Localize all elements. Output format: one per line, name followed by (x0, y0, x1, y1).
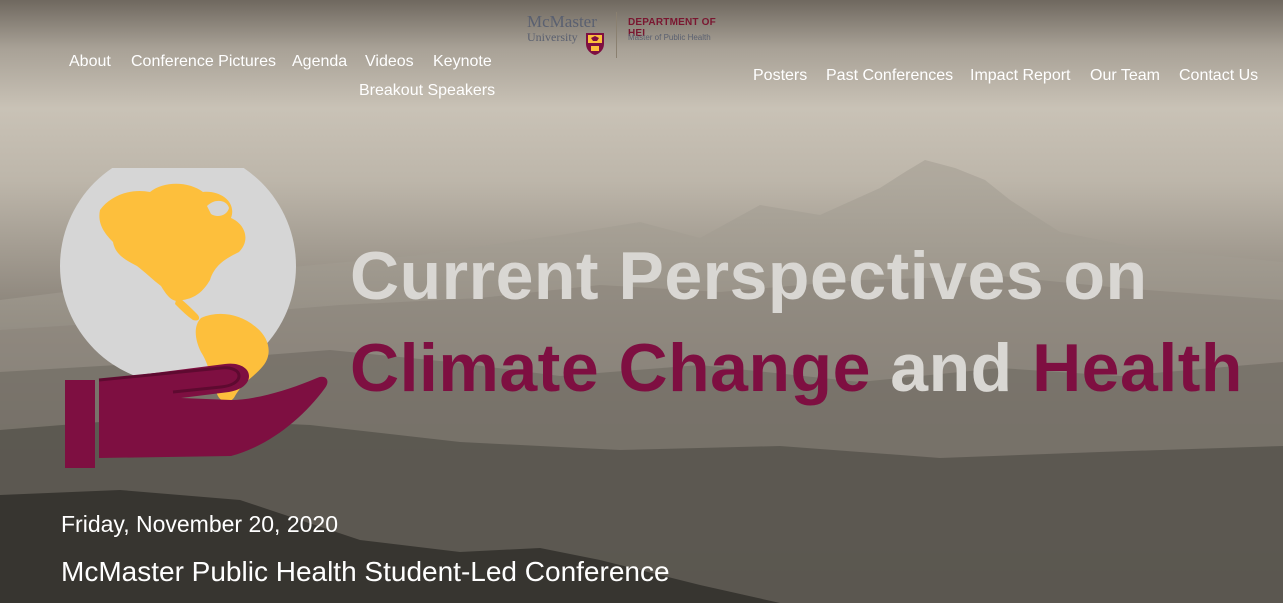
nav-past-conferences[interactable]: Past Conferences (826, 67, 953, 85)
nav-contact-us[interactable]: Contact Us (1179, 67, 1258, 85)
nav-conference-pictures[interactable]: Conference Pictures (131, 53, 276, 71)
nav-videos[interactable]: Videos (365, 53, 414, 71)
hero-banner: About Conference Pictures Agenda Videos … (0, 0, 1283, 603)
hero-title-climate: Climate Change (350, 330, 871, 406)
hero-title-line2: Climate Change and Health (350, 328, 1243, 408)
nav-agenda[interactable]: Agenda (292, 53, 347, 71)
conference-subtitle: McMaster Public Health Student-Led Confe… (61, 556, 670, 587)
nav-our-team[interactable]: Our Team (1090, 67, 1160, 85)
hero-title-line1: Current Perspectives on (350, 238, 1148, 314)
site-logo[interactable]: McMaster University DEPARTMENT OF HEI Ma… (527, 12, 727, 62)
university-crest-icon (586, 33, 604, 55)
nav-breakout-speakers[interactable]: Breakout Speakers (359, 82, 495, 100)
logo-university-label: University (527, 30, 578, 44)
globe-in-hand-icon (60, 168, 328, 468)
logo-university-name: McMaster (527, 12, 597, 31)
nav-keynote[interactable]: Keynote (433, 53, 492, 71)
nav-posters[interactable]: Posters (753, 67, 807, 85)
hero-title-and: and (870, 330, 1033, 406)
hero-title-health: Health (1032, 330, 1243, 406)
conference-date: Friday, November 20, 2020 (61, 511, 338, 537)
logo-divider (616, 12, 617, 58)
nav-about[interactable]: About (69, 53, 111, 71)
logo-program: Master of Public Health (628, 33, 711, 42)
nav-impact-report[interactable]: Impact Report (970, 67, 1070, 85)
